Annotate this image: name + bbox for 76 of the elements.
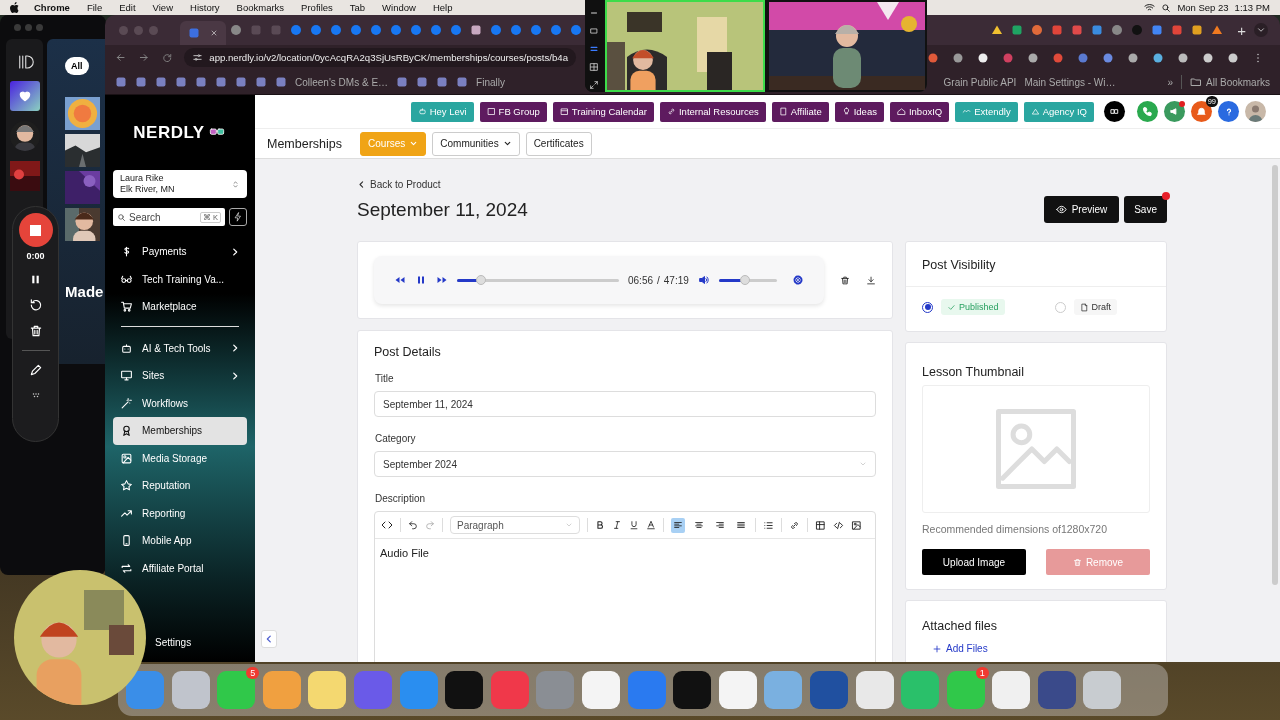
account-name: Laura Rike [120, 173, 165, 184]
total-duration: 47:19 [663, 274, 689, 286]
bookmark-link[interactable]: Finally [476, 76, 505, 88]
menu-item[interactable]: File [86, 2, 103, 13]
menu-item[interactable]: Bookmarks [236, 2, 285, 13]
header-link-button[interactable]: Internal Resources [659, 101, 766, 122]
status-option[interactable]: Draft [1073, 299, 1118, 315]
audio-player[interactable]: 06:56 / 47:19 [374, 256, 824, 304]
page-title: Memberships [267, 136, 343, 151]
menu-item[interactable]: Help [432, 2, 453, 13]
field-label: Title [375, 373, 395, 384]
settings-link[interactable]: Settings [155, 637, 192, 648]
search-placeholder: Search [129, 211, 161, 223]
nav-tab[interactable]: Communities [432, 131, 520, 156]
nav-tab[interactable]: Certificates [525, 131, 592, 156]
card-title: Attached files [922, 619, 999, 633]
card-title: Post Details [374, 345, 442, 359]
sidebar-item[interactable]: Memberships [113, 417, 247, 445]
menu-item[interactable]: Window [382, 2, 416, 13]
sidebar-item[interactable]: Sites [113, 362, 247, 390]
url-text: app.nerdly.io/v2/location/0ycAcqRA2q3SjUsRByCK/memberships/courses/posts/b4a [209, 52, 568, 63]
header-link-button[interactable]: Ideas [834, 101, 884, 122]
header-link-button[interactable]: Training Calendar [552, 101, 654, 122]
bookmark-link[interactable]: Main Settings - Wi… [1024, 76, 1116, 88]
field-label: Category [375, 433, 417, 444]
account-switcher[interactable]: Laura Rike Elk River, MN [113, 170, 247, 198]
app-menu[interactable]: Chrome [34, 2, 70, 13]
new-tab-button[interactable]: + [1237, 21, 1246, 39]
header-link-button[interactable]: Affiliate [771, 101, 829, 122]
more-bookmarks-button[interactable]: » [1167, 76, 1174, 88]
bookmark-link[interactable]: Grain Public API [943, 76, 1017, 88]
header-link-button[interactable]: InboxIQ [889, 101, 950, 122]
sidebar-item[interactable]: Payments [113, 238, 247, 266]
preview-button[interactable]: Preview [1043, 196, 1120, 223]
sidebar-item[interactable]: AI & Tech Tools [113, 334, 247, 362]
editor-text: Audio File [379, 546, 430, 561]
address-bar[interactable]: app.nerdly.io/v2/location/0ycAcqRA2q3SjUsRByCK/memberships/courses/posts/b4a [184, 48, 576, 67]
card-title: Lesson Thumbnail [922, 365, 1025, 379]
menu-item[interactable]: Edit [119, 2, 136, 13]
sidebar-item[interactable]: Mobile App [113, 527, 247, 555]
recording-timer: 0:00 [26, 251, 45, 261]
block-format-select[interactable]: Paragraph [450, 516, 580, 534]
filter-chip[interactable]: All [65, 57, 89, 75]
menu-item[interactable]: Tab [349, 2, 366, 13]
sidebar-item[interactable]: Workflows [113, 389, 247, 417]
rich-text-editor[interactable]: Paragraph Audio File [374, 511, 876, 662]
elapsed-time: 06:56 [628, 274, 654, 286]
field-label: Description [375, 493, 427, 504]
menu-item[interactable]: History [190, 2, 220, 13]
hint-text: Recommended dimensions of1280x720 [922, 523, 1109, 535]
nerdly-logo: NERDLY [133, 122, 205, 143]
badge: 5 [246, 667, 260, 679]
sidebar-item[interactable]: Tech Training Va... [113, 265, 247, 293]
menu-item[interactable]: View [152, 2, 173, 13]
text-field[interactable]: September 11, 2024 [374, 391, 876, 417]
add-files-button[interactable]: Add Files [922, 643, 998, 654]
card-title: Post Visibility [922, 258, 997, 272]
badge: 1 [975, 667, 989, 679]
sidebar-item[interactable]: Affiliate Portal [113, 554, 247, 582]
menu-bar-date[interactable]: Mon Sep 23 [1177, 2, 1229, 13]
select-field[interactable]: September 2024 [374, 451, 876, 477]
section-heading: Made [65, 283, 105, 300]
account-location: Elk River, MN [120, 184, 176, 195]
menu-bar-time[interactable]: 1:13 PM [1234, 2, 1270, 13]
sidebar-item[interactable]: Marketplace [113, 293, 247, 321]
back-link[interactable]: Back to Product [357, 179, 441, 190]
upload-image-button[interactable]: Upload Image [922, 549, 1026, 575]
sidebar-item[interactable]: Media Storage [113, 444, 247, 472]
header-link-button[interactable]: FB Group [479, 101, 547, 122]
post-title: September 11, 2024 [357, 198, 529, 221]
bookmark-link[interactable]: Colleen's DMs & E… [295, 76, 389, 88]
sidebar-item[interactable]: Reporting [113, 499, 247, 527]
menu-item[interactable]: Profiles [301, 2, 333, 13]
all-bookmarks-button[interactable]: All Bookmarks [1190, 76, 1270, 88]
time-separator: / [657, 274, 660, 286]
sidebar-item[interactable]: Reputation [113, 472, 247, 500]
